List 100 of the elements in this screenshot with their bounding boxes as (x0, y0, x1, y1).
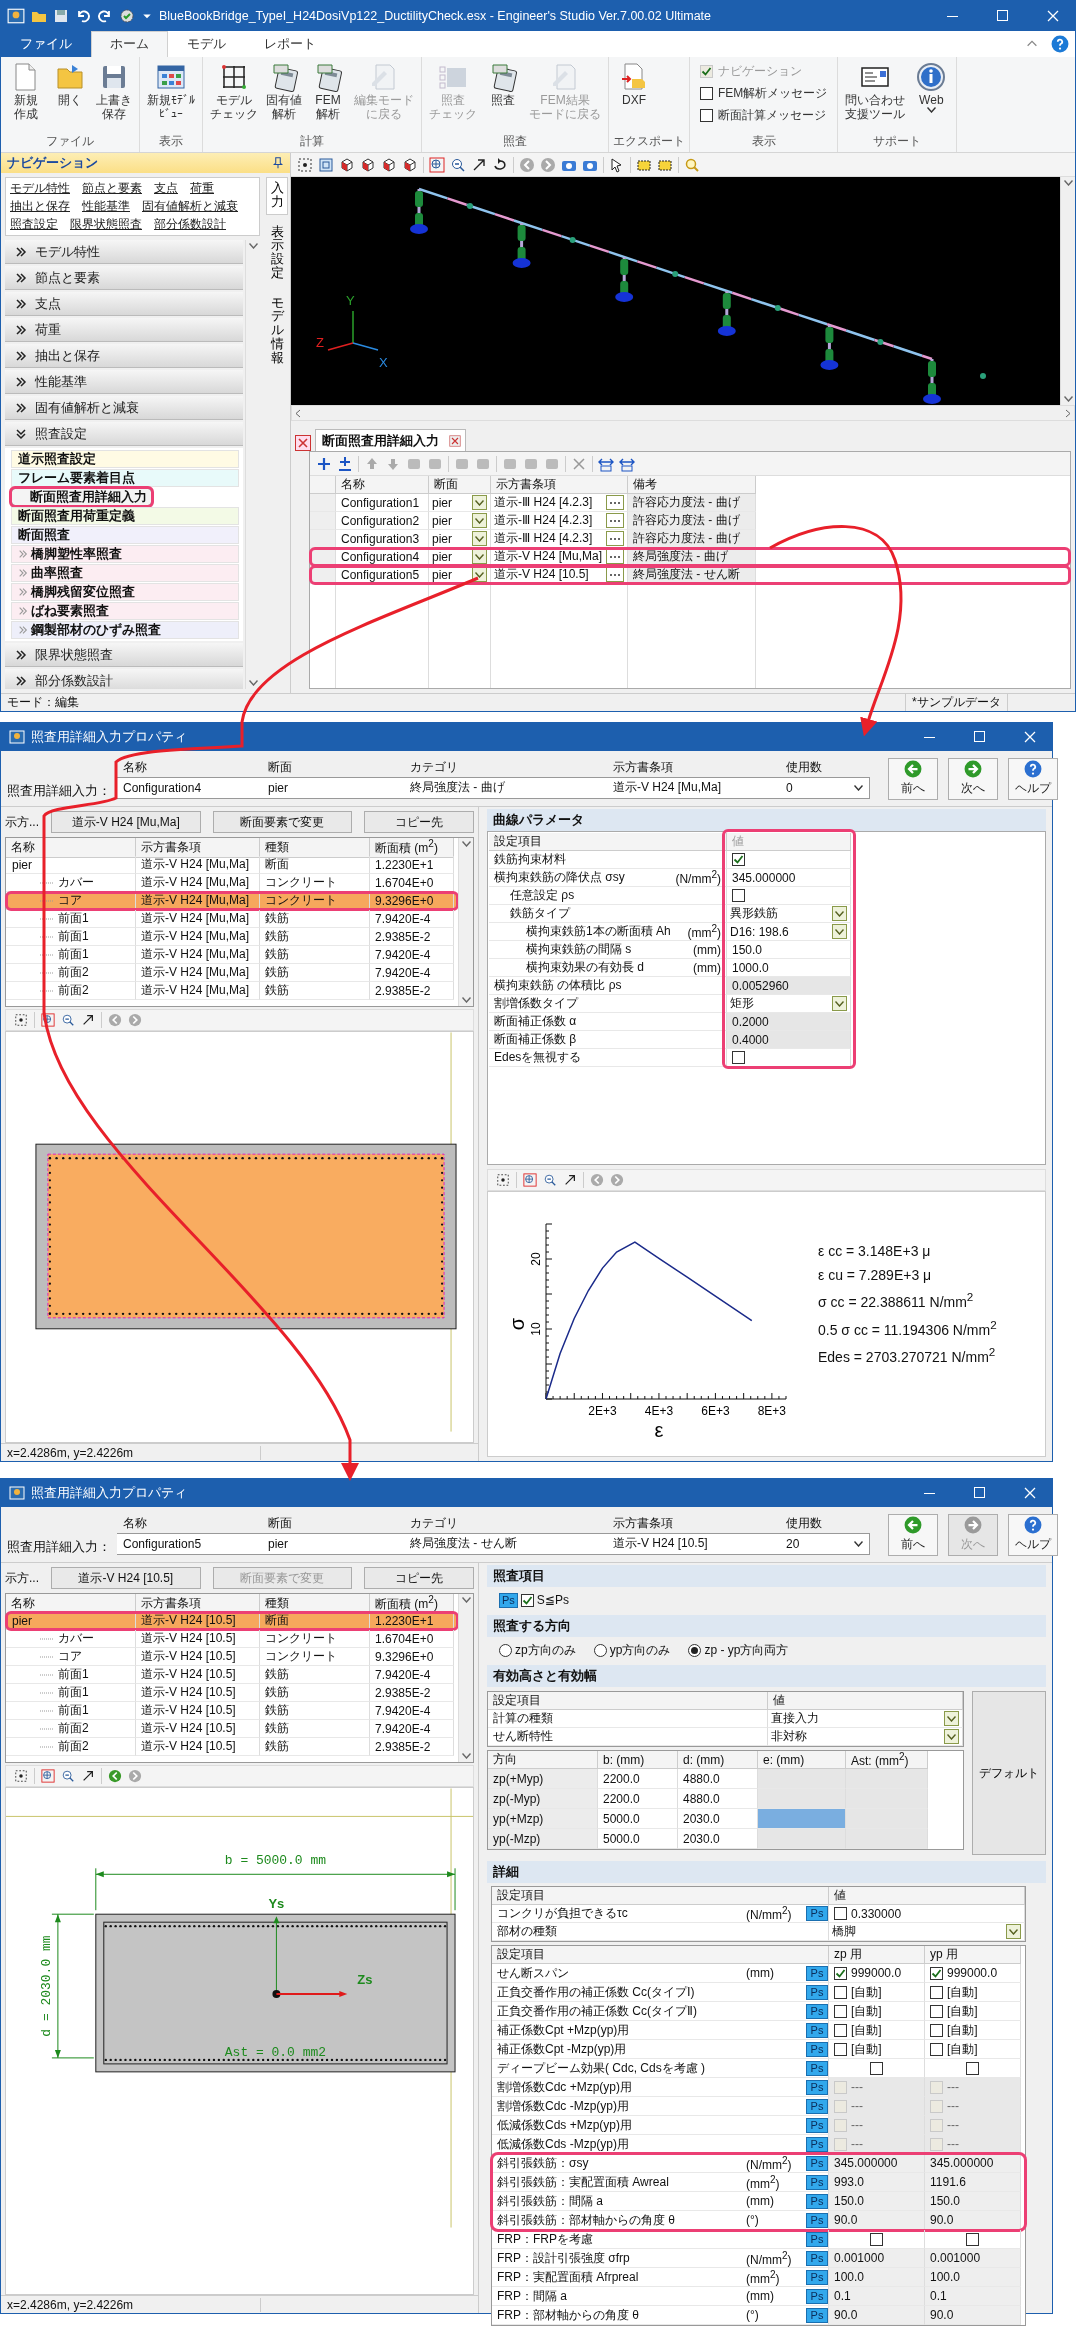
ribbon-button[interactable]: 開く (49, 61, 91, 133)
diagonal-arrow-icon[interactable] (471, 156, 487, 173)
checkbox[interactable] (834, 1966, 847, 1980)
scrollbar[interactable] (291, 405, 1075, 421)
value-cell[interactable]: [自動] (851, 2021, 882, 2039)
nav-section-header[interactable]: 照査設定 (5, 422, 243, 446)
checkbox[interactable] (520, 1593, 534, 1607)
element-row[interactable]: 前面1 道示-V H24 [Mu,Ma] 鉄筋 7.9420E-4 (6, 910, 458, 928)
checkbox[interactable] (966, 2061, 979, 2075)
dropdown-field[interactable]: 0 (780, 776, 870, 799)
ribbon-button[interactable]: Web (910, 61, 953, 133)
nav-section-header[interactable]: 性能基準 (5, 370, 243, 394)
value-cell[interactable]: 5000.0 (598, 1809, 678, 1829)
dropdown-button[interactable] (832, 924, 847, 939)
ps-button[interactable]: Ps (806, 2212, 828, 2228)
element-row[interactable]: pier 道示-V H24 [10.5] 断面 1.2230E+1 (6, 1612, 458, 1630)
nav-button[interactable]: 前へ (888, 1513, 938, 1556)
dropdown-button[interactable] (832, 996, 847, 1011)
action-button[interactable]: 道示-V H24 [10.5] (51, 1567, 201, 1589)
value-cell[interactable]: 999000.0 (947, 1966, 998, 1980)
element-row[interactable]: 前面1 道示-V H24 [10.5] 鉄筋 7.9420E-4 (6, 1702, 458, 1720)
help-icon[interactable] (1051, 35, 1069, 53)
plus-icon[interactable] (316, 455, 332, 472)
checkbox[interactable] (870, 2232, 883, 2246)
nav-section-header[interactable]: 荷重 (5, 318, 243, 342)
value-cell[interactable]: 非対称 (771, 1728, 807, 1745)
value-cell[interactable]: [自動] (947, 2021, 978, 2039)
value-cell[interactable]: 橋脚 (832, 1923, 856, 1940)
nav-item[interactable]: 断面照査用荷重定義 (11, 507, 239, 525)
nav-item[interactable]: 橋脚残留変位照査 (11, 583, 239, 601)
element-row[interactable]: 前面2 道示-V H24 [10.5] 鉄筋 7.9420E-4 (6, 1720, 458, 1738)
element-row[interactable]: 前面1 道示-V H24 [Mu,Ma] 鉄筋 2.9385E-2 (6, 928, 458, 946)
checkbox[interactable] (700, 109, 713, 122)
ps-button[interactable]: Ps (806, 2098, 828, 2114)
radio-option[interactable]: yp方向のみ (593, 1641, 671, 1659)
nav-section-header[interactable]: 支点 (5, 292, 243, 316)
zoom-out-icon[interactable] (450, 156, 466, 173)
ribbon-checkbox-label[interactable]: 断面計算メッセージ (700, 107, 828, 124)
select-all-icon[interactable] (14, 1013, 28, 1027)
column-header[interactable]: 種類 (260, 838, 370, 858)
nav-section-header[interactable]: モデル特性 (5, 240, 243, 264)
insert-row-icon[interactable] (337, 455, 353, 472)
ps-button[interactable]: Ps (806, 2022, 828, 2038)
more-button[interactable] (606, 549, 624, 564)
document-tab[interactable]: 断面照査用詳細入力 (315, 429, 466, 451)
zoom-out-icon[interactable] (61, 1769, 75, 1783)
row-header-cell[interactable] (310, 548, 336, 566)
dropdown-button[interactable] (944, 1711, 959, 1726)
value-cell[interactable]: D16: 198.6 (730, 924, 789, 939)
select-all-icon[interactable] (297, 156, 313, 173)
action-button[interactable]: 断面要素で変更 (212, 811, 353, 833)
table-cell[interactable] (758, 1789, 846, 1809)
element-row[interactable]: 前面1 道示-V H24 [10.5] 鉄筋 7.9420E-4 (6, 1666, 458, 1684)
scrollbar[interactable] (1060, 177, 1075, 405)
value-cell[interactable]: 0.330000 (851, 1906, 902, 1921)
action-button[interactable]: コピー先 (364, 1567, 474, 1589)
value-cell[interactable]: 345.000000 (925, 2154, 1021, 2173)
column-header[interactable]: 示方書条項 (136, 1594, 260, 1614)
more-button[interactable] (606, 567, 624, 582)
value-cell[interactable]: 直接入力 (771, 1710, 819, 1727)
column-header[interactable]: 断面積 (m$^{2}$) (370, 838, 454, 858)
table-cell[interactable] (758, 1809, 846, 1829)
scrollbar[interactable] (458, 838, 473, 1006)
nav-item[interactable]: ばね要素照査 (11, 602, 239, 620)
menu-tab[interactable]: ファイル (1, 31, 91, 57)
checkbox[interactable] (834, 1985, 847, 1999)
value-cell[interactable]: 90.0 (925, 2211, 1021, 2230)
row-header-cell[interactable] (310, 530, 336, 548)
ps-button[interactable]: Ps (806, 2307, 828, 2323)
dropdown-button[interactable] (472, 567, 487, 582)
value-cell[interactable]: 90.0 (925, 2306, 1021, 2325)
menu-tab[interactable]: ホーム (91, 31, 168, 57)
nav-section-header[interactable]: 部分係数設計 (5, 669, 243, 689)
action-button[interactable]: 道示-V H24 [Mu,Ma] (51, 811, 201, 833)
value-cell[interactable]: 90.0 (829, 2211, 925, 2230)
value-cell[interactable]: 0.1 (829, 2287, 925, 2306)
zoom-window-icon[interactable] (523, 1173, 537, 1187)
diagonal-arrow-icon[interactable] (563, 1173, 577, 1187)
element-row[interactable]: 前面2 道示-V H24 [Mu,Ma] 鉄筋 2.9385E-2 (6, 982, 458, 1000)
zoom-window-icon[interactable] (41, 1013, 55, 1027)
rotate-icon[interactable] (492, 156, 508, 173)
ps-button[interactable]: Ps (499, 1592, 518, 1608)
ps-button[interactable]: Ps (806, 2288, 828, 2304)
nav-button[interactable]: ヘルプ (1008, 757, 1058, 800)
more-button[interactable] (606, 495, 624, 510)
save-icon[interactable] (53, 8, 69, 24)
column-header[interactable]: 備考 (628, 476, 756, 494)
value-cell[interactable]: 5000.0 (598, 1829, 678, 1849)
cube-icon[interactable] (381, 156, 397, 173)
cube-icon[interactable] (360, 156, 376, 173)
action-button[interactable]: コピー先 (364, 811, 474, 833)
dropdown-button[interactable] (472, 513, 487, 528)
table-cell[interactable] (846, 1769, 928, 1789)
nav-item[interactable]: フレーム要素着目点 (11, 469, 239, 487)
value-cell[interactable]: 90.0 (829, 2306, 925, 2325)
value-cell[interactable]: 0.001000 (829, 2249, 925, 2268)
ribbon-button[interactable]: モデル チェック (207, 61, 261, 133)
zoom-window-icon[interactable] (429, 156, 445, 173)
radio-button[interactable] (688, 1643, 702, 1657)
nav-item[interactable]: 断面照査 (11, 526, 239, 544)
